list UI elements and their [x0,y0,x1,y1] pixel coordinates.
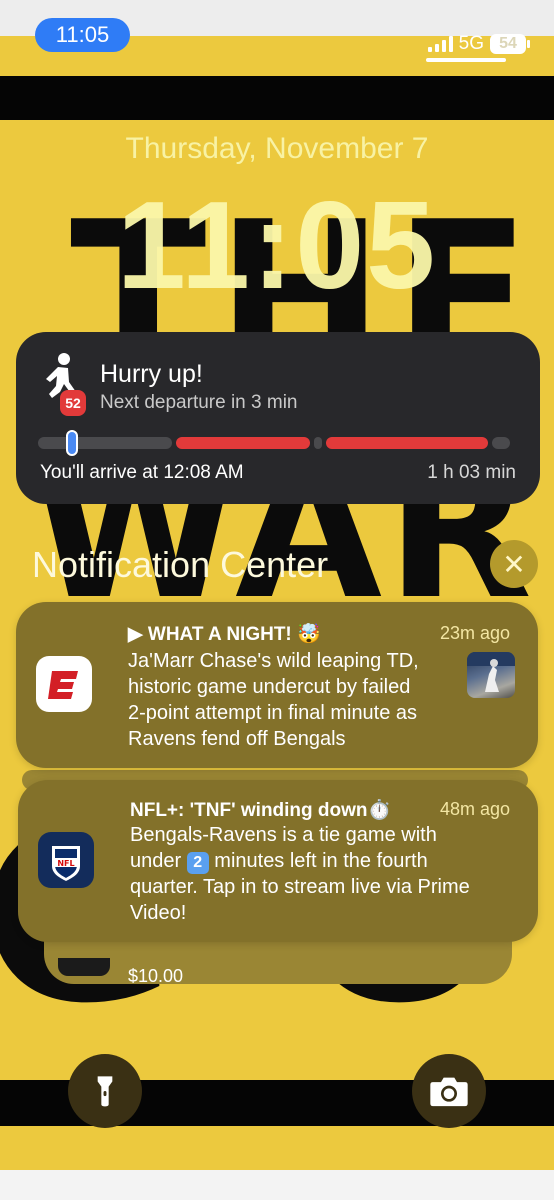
number-badge: 2 [186,852,209,874]
bottom-edge [0,1170,554,1200]
trip-segment-transfer [314,437,322,449]
notification-time: 48m ago [439,799,510,819]
arrival-time: You'll arrive at 12:08 AM [40,462,244,483]
route-badge: 52 [60,390,86,416]
status-indicators: 5G 54 [427,33,530,55]
notification-body-line: historic game undercut by failed [128,676,411,698]
camera-icon [430,1077,468,1107]
status-time: 11:05 [55,22,110,47]
trip-progress-marker [66,430,78,456]
live-activity-subtitle: Next departure in 3 min [100,392,298,413]
notification-nfl[interactable]: NFL NFL+: 'TNF' winding down⏱️ 48m ago B… [18,780,538,942]
notification-title: NFL+: 'TNF' winding down⏱️ [130,800,392,821]
notification-body: Bengals-Ravens is a tie game with under … [130,822,470,926]
nfl-icon: NFL [38,832,94,888]
notification-body-line: 2-point attempt in final minute as [128,702,418,724]
wallet-icon [58,958,110,976]
notification-time: 23m ago [439,623,510,643]
notification-body-line: Ravens fend off Bengals [128,728,346,750]
lock-clock: 11:05 [116,177,438,315]
notification-body: Ja'Marr Chase's wild leaping TD, histori… [128,648,419,752]
network-type: 5G [458,33,484,54]
flashlight-icon [97,1076,113,1107]
close-icon[interactable]: ✕ [490,540,538,588]
notification-body-line: under 2 minutes left in the fourth [130,848,470,874]
live-activity-title: Hurry up! [100,360,203,388]
notification-espn[interactable]: ▶ WHAT A NIGHT! 🤯 23m ago Ja'Marr Chase'… [16,602,538,768]
svg-text:NFL: NFL [57,859,74,868]
notification-body-line: Bengals-Ravens is a tie game with [130,824,437,846]
wallpaper-stripe [0,76,554,120]
trip-segment-transit [176,437,310,449]
notification-center-title: Notification Center [32,544,329,585]
trip-duration: 1 h 03 min [427,462,516,483]
stacked-notification-preview: $10.00 [128,966,184,986]
lock-screen: 11:05 5G 54 THE WAR GO Thursday, Novembe… [0,0,554,1200]
flashlight-button[interactable] [68,1054,142,1128]
trip-segment-transit [326,437,488,449]
trip-segment-walk [38,437,172,449]
notification-thumbnail [467,652,515,698]
notification-body-fragment: minutes left in the fourth [214,850,428,872]
status-indicator-underline [426,58,506,62]
status-time-pill[interactable]: 11:05 [35,18,130,52]
battery-level: 54 [499,35,517,52]
notification-body-line: Ja'Marr Chase's wild leaping TD, [128,650,419,672]
notification-body-line: quarter. Tap in to stream live via Prime [130,876,470,898]
cellular-signal-icon [427,36,453,52]
notification-body-line: Video! [130,902,187,924]
live-activity-transit[interactable]: Hurry up! Next departure in 3 min You'll… [16,332,540,504]
notification-body-fragment: under [130,850,182,872]
trip-segment-walk [492,437,510,449]
espn-icon [36,656,92,712]
camera-button[interactable] [412,1054,486,1128]
notification-title: ▶ WHAT A NIGHT! 🤯 [128,624,321,645]
lock-date: Thursday, November 7 [125,132,429,165]
battery-icon: 54 [490,34,530,54]
